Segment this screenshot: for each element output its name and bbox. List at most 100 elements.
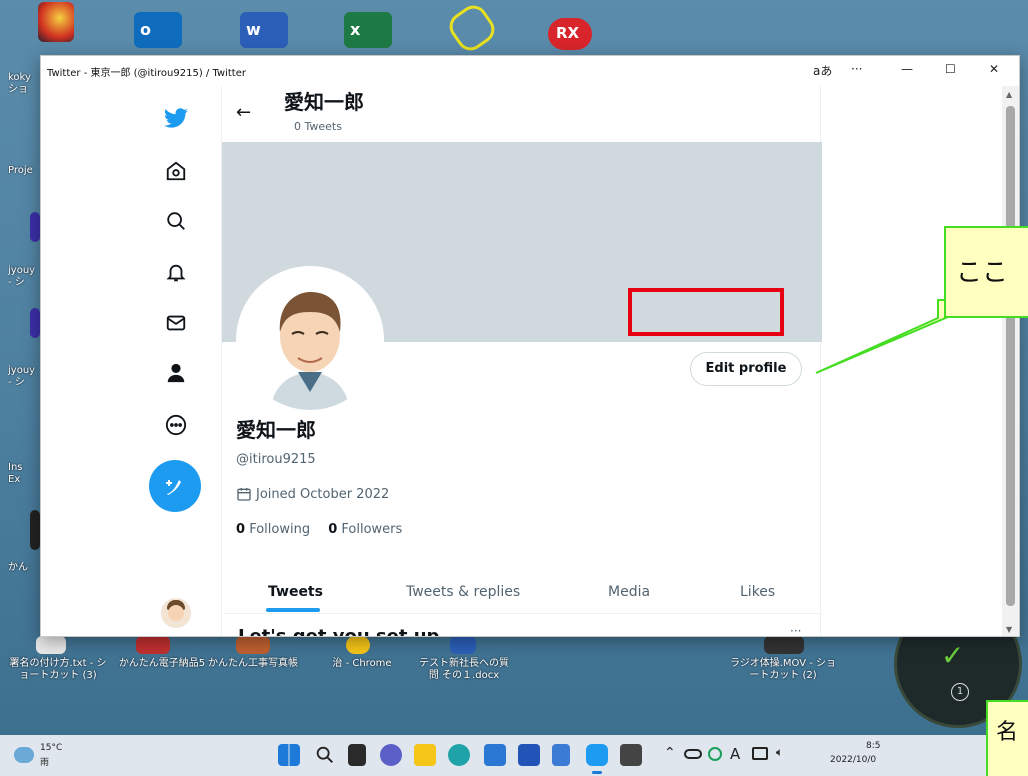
text-file-shortcut-icon[interactable] — [36, 636, 66, 654]
following-link[interactable]: 0 Following — [236, 522, 310, 537]
dial-number: 1 — [951, 683, 969, 701]
desktop-label[interactable]: ショ — [8, 84, 38, 96]
weather-temp[interactable]: 15°C — [40, 743, 62, 753]
weather-desc[interactable]: 雨 — [40, 755, 49, 768]
more-icon[interactable] — [163, 412, 189, 438]
setup-more-icon[interactable]: ··· — [790, 624, 801, 636]
volume-icon[interactable]: 🔈︎ — [776, 745, 783, 760]
desktop-file-icon[interactable] — [30, 212, 40, 242]
notepad-icon[interactable] — [552, 744, 570, 766]
video-file-icon[interactable] — [764, 636, 804, 654]
profile-avatar[interactable] — [236, 266, 384, 414]
active-app-indicator — [592, 771, 602, 774]
clock-time[interactable]: 8:5 — [866, 741, 880, 751]
file-explorer-icon[interactable] — [414, 744, 436, 766]
desktop-icon-label[interactable]: テスト新社長への質問 その１.docx — [418, 658, 510, 682]
tab-likes[interactable]: Likes — [740, 584, 775, 600]
tab-tweets[interactable]: Tweets — [268, 584, 323, 600]
followers-link[interactable]: 0 Followers — [328, 522, 402, 537]
following-label: Following — [249, 522, 311, 537]
desktop-icon-label[interactable]: 治 - Chrome — [322, 658, 402, 670]
desktop-label[interactable]: jyouy — [8, 265, 38, 277]
joined-row: Joined October 2022 — [236, 486, 389, 502]
profile-name: 愛知一郎 — [236, 418, 316, 442]
paperclip-app-icon[interactable] — [444, 0, 500, 56]
taskbar: 15°C 雨 ⌃ A 🔈︎ 8:5 2022/10/0 — [0, 735, 1028, 776]
desktop-icon-label[interactable]: 署名の付け方.txt - ショートカット (3) — [8, 658, 108, 682]
joined-date: Joined October 2022 — [256, 486, 390, 502]
home-icon[interactable] — [163, 158, 189, 184]
denshi-nohin-icon[interactable] — [136, 636, 170, 654]
chat-icon[interactable] — [380, 744, 402, 766]
callout-bottom: 名 — [986, 700, 1028, 776]
desktop-label[interactable]: koky — [8, 72, 38, 84]
setup-heading: Let's get you set up — [238, 626, 440, 637]
ime-indicator[interactable]: aあ — [813, 62, 832, 79]
profile-column: ← 愛知一郎 0 Tweets Edit profile 愛知一郎 @itiro… — [221, 86, 822, 637]
rx-app-icon[interactable]: RX — [548, 18, 592, 50]
weather-icon[interactable] — [14, 747, 34, 763]
tab-media[interactable]: Media — [608, 584, 650, 600]
scroll-down-arrow[interactable]: ▼ — [1006, 625, 1012, 634]
messages-icon[interactable] — [163, 310, 189, 336]
following-count: 0 — [236, 522, 246, 537]
desktop-label[interactable]: - シ — [8, 377, 38, 389]
store-icon[interactable] — [518, 744, 540, 766]
explore-icon[interactable] — [163, 208, 189, 234]
desktop-file-icon[interactable] — [30, 308, 40, 338]
followers-label: Followers — [341, 522, 403, 537]
desktop-icon-label[interactable]: かんたん電子納品5 — [112, 658, 212, 670]
network-icon[interactable] — [752, 747, 768, 760]
tab-tweets-replies[interactable]: Tweets & replies — [406, 584, 520, 600]
followers-count: 0 — [328, 522, 338, 537]
ime-a-indicator[interactable]: A — [730, 745, 740, 763]
profile-icon[interactable] — [163, 360, 189, 386]
task-view-icon[interactable] — [348, 744, 366, 766]
desktop-label[interactable]: Ins — [8, 462, 38, 474]
maximize-button[interactable]: ☐ — [945, 62, 956, 76]
window-title: Twitter - 東京一郎 (@itirou9215) / Twitter — [47, 68, 246, 79]
desktop-label[interactable]: jyouy — [8, 365, 38, 377]
onedrive-icon[interactable] — [684, 749, 702, 759]
camera-app-icon[interactable] — [620, 744, 642, 766]
photo-book-icon[interactable] — [236, 636, 270, 654]
compose-icon — [166, 480, 181, 495]
desktop-label[interactable]: Proje — [8, 165, 38, 177]
compose-tweet-button[interactable] — [149, 460, 201, 512]
search-icon[interactable] — [314, 744, 336, 766]
sync-icon[interactable] — [708, 747, 722, 761]
desktop-label[interactable]: かん — [8, 562, 38, 574]
desktop-label[interactable]: - シ — [8, 277, 38, 289]
start-button[interactable] — [278, 744, 300, 766]
desktop-icon-label[interactable]: かんたん工事写真帳 — [208, 658, 298, 670]
notifications-icon[interactable] — [163, 260, 189, 286]
rocket-app-icon[interactable] — [38, 2, 74, 42]
twitter-logo-icon[interactable] — [163, 106, 189, 132]
check-icon: ✓ — [941, 639, 965, 672]
twitter-taskbar-icon[interactable] — [586, 744, 608, 766]
tabs-divider — [222, 613, 822, 614]
remote-desktop-icon[interactable] — [484, 744, 506, 766]
chrome-shortcut-icon[interactable] — [346, 636, 370, 654]
tray-chevron-icon[interactable]: ⌃ — [664, 745, 676, 761]
calendar-icon — [237, 488, 251, 501]
title-bar[interactable]: Twitter - 東京一郎 (@itirou9215) / Twitter a… — [41, 56, 1019, 86]
minimize-button[interactable]: — — [901, 62, 913, 76]
edit-profile-button[interactable]: Edit profile — [690, 352, 802, 386]
docx-file-icon[interactable] — [450, 636, 476, 654]
callout-bottom-text: 名 — [996, 720, 1019, 745]
back-button[interactable]: ← — [236, 102, 251, 123]
desktop-label[interactable]: Ex — [8, 474, 38, 486]
word-icon[interactable]: w — [240, 12, 288, 48]
scroll-up-arrow[interactable]: ▲ — [1006, 90, 1012, 99]
excel-icon[interactable]: x — [344, 12, 392, 48]
outlook-icon[interactable]: o — [134, 12, 182, 48]
clock-date[interactable]: 2022/10/0 — [830, 755, 876, 765]
callout-top-text: ここ — [956, 258, 1009, 288]
edge-icon[interactable] — [448, 744, 470, 766]
account-avatar[interactable] — [161, 598, 191, 628]
more-options-button[interactable]: ··· — [851, 62, 862, 76]
close-button[interactable]: ✕ — [989, 62, 999, 76]
desktop-icon-label[interactable]: ラジオ体操.MOV - ショートカット (2) — [728, 658, 838, 682]
desktop-file-icon[interactable] — [30, 510, 40, 550]
